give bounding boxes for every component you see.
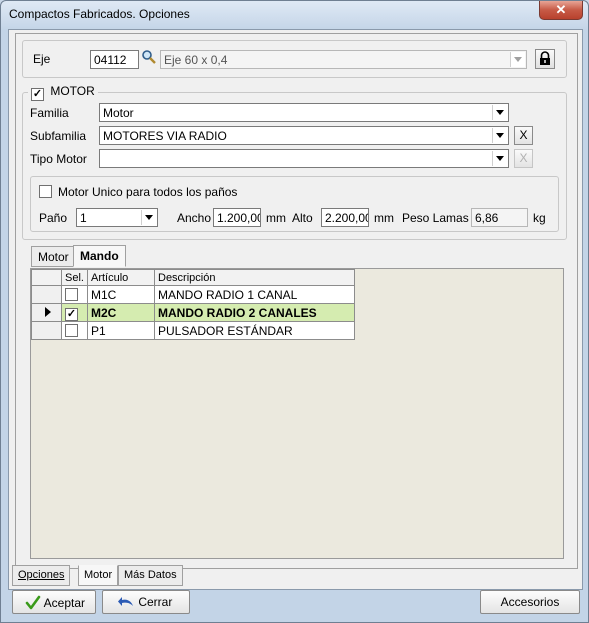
row-descripcion: MANDO RADIO 2 CANALES (154, 303, 355, 322)
undo-arrow-icon (118, 597, 133, 606)
grid-indicator-header (31, 269, 62, 286)
current-row-icon (45, 306, 51, 317)
tab-motor[interactable]: Motor (31, 246, 76, 267)
window-close-button[interactable]: ✕ (539, 1, 583, 20)
alto-label: Alto (292, 211, 313, 225)
familia-label: Familia (30, 106, 69, 120)
eje-code-input[interactable]: 04112 (90, 50, 139, 69)
row-indicator (31, 285, 62, 304)
row-articulo: M1C (87, 285, 155, 304)
dialog-client: Eje 04112 Eje 60 x 0,4 ✓ MOTOR Familia M… (8, 29, 583, 590)
grid-header-descripcion[interactable]: Descripción (154, 269, 355, 286)
eje-description-value: Eje 60 x 0,4 (164, 53, 228, 67)
eje-group: Eje 04112 Eje 60 x 0,4 (22, 40, 567, 78)
chevron-down-icon (492, 128, 507, 143)
row-checkbox[interactable] (65, 287, 78, 301)
row-articulo: P1 (87, 321, 155, 340)
close-button-label: Cerrar (138, 595, 173, 609)
tab-motor-page[interactable]: Motor (78, 565, 119, 586)
row-select-cell[interactable] (61, 321, 88, 340)
ancho-label: Ancho (177, 211, 212, 225)
subfamilia-select[interactable]: MOTORES VIA RADIO (99, 126, 509, 145)
row-checkbox[interactable] (65, 323, 78, 337)
mando-grid: Sel. Artículo Descripción M1C MANDO RADI… (31, 269, 355, 340)
accesorios-button[interactable]: Accesorios (480, 590, 580, 614)
table-row[interactable]: ✓ M2C MANDO RADIO 2 CANALES (31, 303, 355, 322)
tab-mas-datos[interactable]: Más Datos (118, 565, 183, 586)
accept-button[interactable]: Aceptar (12, 590, 96, 614)
motor-group-header: ✓ MOTOR (28, 84, 98, 101)
lock-button[interactable] (535, 49, 555, 69)
eje-label: Eje (33, 52, 51, 66)
accept-button-label: Aceptar (43, 596, 86, 610)
tipo-motor-select[interactable] (99, 149, 509, 168)
tab-opciones[interactable]: Opciones (12, 565, 71, 586)
grid-header-articulo[interactable]: Artículo (87, 269, 155, 286)
search-icon[interactable] (141, 49, 157, 68)
table-row[interactable]: P1 PULSADOR ESTÁNDAR (31, 321, 355, 340)
check-icon (25, 595, 41, 610)
alto-unit: mm (374, 211, 394, 225)
row-select-cell[interactable]: ✓ (61, 303, 88, 322)
pano-label: Paño (39, 211, 68, 225)
tab-mando[interactable]: Mando (73, 245, 126, 267)
eje-description-select: Eje 60 x 0,4 (160, 50, 527, 69)
row-indicator (31, 303, 62, 322)
pano-select[interactable]: 1 (76, 208, 158, 227)
mando-grid-area: Sel. Artículo Descripción M1C MANDO RADI… (30, 268, 564, 559)
subfamilia-clear-button[interactable]: X (514, 126, 533, 145)
pano-value: 1 (80, 211, 87, 225)
motor-checkbox[interactable]: ✓ (31, 88, 44, 101)
row-indicator (31, 321, 62, 340)
tipo-motor-clear-button[interactable]: X (514, 149, 533, 168)
chevron-down-icon (141, 210, 156, 225)
familia-select[interactable]: Motor (99, 103, 509, 122)
grid-header-sel[interactable]: Sel. (61, 269, 88, 286)
chevron-down-icon (510, 52, 525, 67)
ancho-input[interactable]: 1.200,00 (213, 208, 261, 227)
peso-lamas-input: 6,86 (471, 208, 528, 227)
peso-lamas-unit: kg (533, 211, 546, 225)
motor-unico-label: Motor Unico para todos los paños (58, 185, 238, 199)
row-descripcion: MANDO RADIO 1 CANAL (154, 285, 355, 304)
chevron-down-icon (492, 151, 507, 166)
tipo-motor-label: Tipo Motor (30, 152, 87, 166)
window-title: Compactos Fabricados. Opciones (9, 7, 190, 21)
row-articulo: M2C (87, 303, 155, 322)
dialog-window: Compactos Fabricados. Opciones ✕ Eje 041… (0, 0, 589, 623)
table-row[interactable]: M1C MANDO RADIO 1 CANAL (31, 285, 355, 304)
grid-header-row: Sel. Artículo Descripción (31, 269, 355, 286)
row-descripcion: PULSADOR ESTÁNDAR (154, 321, 355, 340)
subfamilia-label: Subfamilia (30, 129, 87, 143)
chevron-down-icon (492, 105, 507, 120)
peso-lamas-label: Peso Lamas (402, 211, 469, 225)
close-button[interactable]: Cerrar (102, 590, 190, 614)
subfamilia-value: MOTORES VIA RADIO (103, 129, 227, 143)
motor-unico-checkbox[interactable] (39, 185, 52, 198)
row-select-cell[interactable] (61, 285, 88, 304)
motor-options-group: Motor Unico para todos los paños Paño 1 … (30, 176, 559, 232)
ancho-unit: mm (266, 211, 286, 225)
motor-tab-page: Eje 04112 Eje 60 x 0,4 ✓ MOTOR Familia M… (15, 33, 578, 569)
row-checkbox[interactable]: ✓ (65, 308, 78, 321)
alto-input[interactable]: 2.200,00 (321, 208, 369, 227)
familia-value: Motor (103, 106, 134, 120)
motor-checkbox-label: MOTOR (50, 84, 95, 98)
lock-icon (540, 51, 550, 65)
